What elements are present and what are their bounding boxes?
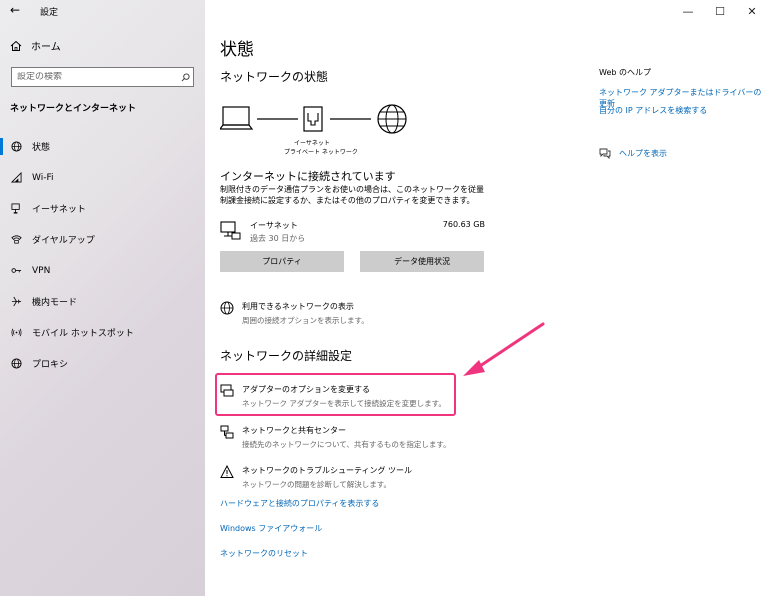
internet-globe-icon [377, 104, 407, 134]
connection-description: 制限付きのデータ通信プランをお使いの場合は、このネットワークを従量制課金接続に設… [220, 185, 484, 205]
sidebar-item-dialup[interactable]: ダイヤルアップ [0, 224, 205, 255]
advanced-settings-title: ネットワークの詳細設定 [220, 349, 353, 363]
title-bar-left: ← 設定 [0, 0, 205, 24]
sidebar-item-vpn[interactable]: VPN [0, 255, 205, 286]
available-networks-item[interactable]: 利用できるネットワークの表示 周囲の接続オプションを表示します。 [220, 301, 369, 326]
vpn-icon [10, 265, 22, 277]
sidebar-item-label: イーサネット [32, 205, 86, 215]
search-input[interactable] [12, 72, 177, 82]
annotation-arrow [463, 322, 545, 376]
ethernet-period: 過去 30 日から [250, 234, 306, 243]
sidebar-item-label: ダイヤルアップ [32, 236, 95, 246]
troubleshooter-title: ネットワークのトラブルシューティング ツール [242, 466, 413, 475]
ethernet-port-icon [303, 106, 323, 132]
sidebar-item-ethernet[interactable]: イーサネット [0, 193, 205, 224]
back-arrow-icon[interactable]: ← [10, 3, 20, 17]
network-diagram: イーサネット プライベート ネットワーク [218, 103, 420, 158]
diagram-label-line2: プライベート ネットワーク [284, 149, 358, 156]
chat-help-icon [599, 148, 611, 159]
network-status-title: ネットワークの状態 [220, 70, 329, 84]
get-help-label: ヘルプを表示 [619, 149, 667, 158]
globe-icon [10, 358, 22, 370]
globe-status-icon [10, 141, 22, 153]
sidebar-item-status[interactable]: 状態 [0, 131, 205, 162]
properties-button[interactable]: プロパティ [220, 251, 344, 272]
available-networks-title: 利用できるネットワークの表示 [242, 302, 354, 311]
firewall-link[interactable]: Windows ファイアウォール [220, 523, 322, 534]
ethernet-row: イーサネット 過去 30 日から 760.63 GB [220, 218, 485, 248]
ethernet-adapter-icon [220, 221, 241, 240]
main-content: — ☐ ✕ 状態 ネットワークの状態 イーサネット プライベート ネットワーク … [205, 0, 768, 596]
hotspot-icon [10, 327, 22, 339]
page-title: 状態 [220, 40, 254, 60]
sidebar-section-title: ネットワークとインターネット [10, 104, 137, 114]
highlight-box [215, 373, 456, 416]
available-networks-sub: 周囲の接続オプションを表示します。 [242, 316, 369, 325]
sidebar-home[interactable]: ホーム [10, 38, 61, 53]
sidebar-item-label: VPN [32, 265, 51, 276]
sidebar-item-label: モバイル ホットスポット [32, 329, 134, 339]
troubleshooter-item[interactable]: ネットワークのトラブルシューティング ツール ネットワークの問題を診断して解決し… [220, 465, 412, 490]
close-button[interactable]: ✕ [736, 0, 768, 22]
sidebar-item-wifi[interactable]: Wi-Fi [0, 162, 205, 193]
data-usage-button[interactable]: データ使用状況 [360, 251, 484, 272]
network-diagram-graphic [218, 104, 407, 134]
sidebar-item-airplane[interactable]: 機内モード [0, 286, 205, 317]
get-help-link[interactable]: ヘルプを表示 [599, 148, 667, 159]
troubleshooter-sub: ネットワークの問題を診断して解決します。 [242, 480, 392, 489]
sharing-center-item[interactable]: ネットワークと共有センター 接続先のネットワークについて、共有するものを指定しま… [220, 425, 451, 450]
sidebar-item-proxy[interactable]: プロキシ [0, 348, 205, 379]
sidebar-item-label: Wi-Fi [32, 172, 54, 183]
ethernet-icon [10, 203, 22, 215]
sharing-center-title: ネットワークと共有センター [242, 426, 346, 435]
diagram-label-line1: イーサネット [294, 140, 330, 147]
warning-icon [220, 465, 234, 478]
web-help-title: Web のヘルプ [599, 68, 651, 77]
sidebar-list: 状態 Wi-Fi イーサネット ダイヤルアップ VPN 機内モード モバイル ホ… [0, 131, 205, 379]
home-icon [10, 40, 22, 51]
sidebar-item-hotspot[interactable]: モバイル ホットスポット [0, 317, 205, 348]
find-ip-link[interactable]: 自分の IP アドレスを検索する [599, 105, 707, 116]
ethernet-data-size: 760.63 GB [442, 220, 485, 229]
globe-network-icon [220, 301, 234, 315]
sidebar-item-label: プロキシ [32, 360, 69, 370]
ethernet-name: イーサネット [250, 221, 298, 230]
hardware-properties-link[interactable]: ハードウェアと接続のプロパティを表示する [220, 498, 379, 509]
minimize-button[interactable]: — [672, 0, 704, 22]
sidebar-item-label: 状態 [32, 143, 51, 153]
dialup-icon [10, 234, 22, 246]
airplane-icon [10, 296, 22, 308]
network-reset-link[interactable]: ネットワークのリセット [220, 548, 308, 559]
maximize-button[interactable]: ☐ [704, 0, 736, 22]
search-icon[interactable] [177, 72, 193, 82]
sharing-center-sub: 接続先のネットワークについて、共有するものを指定します。 [242, 440, 451, 449]
sidebar-home-label: ホーム [31, 42, 61, 53]
sharing-center-icon [220, 425, 234, 439]
wifi-icon [10, 172, 22, 184]
computer-icon [218, 106, 254, 130]
diagram-label: イーサネット プライベート ネットワーク [284, 138, 358, 156]
connection-status: インターネットに接続されています [220, 170, 396, 183]
window-controls: — ☐ ✕ [672, 0, 768, 22]
search-box[interactable] [11, 67, 194, 87]
sidebar-item-label: 機内モード [32, 298, 78, 308]
sidebar: ← 設定 ホーム ネットワークとインターネット 状態 Wi-Fi [0, 0, 205, 596]
app-title: 設定 [40, 8, 59, 18]
